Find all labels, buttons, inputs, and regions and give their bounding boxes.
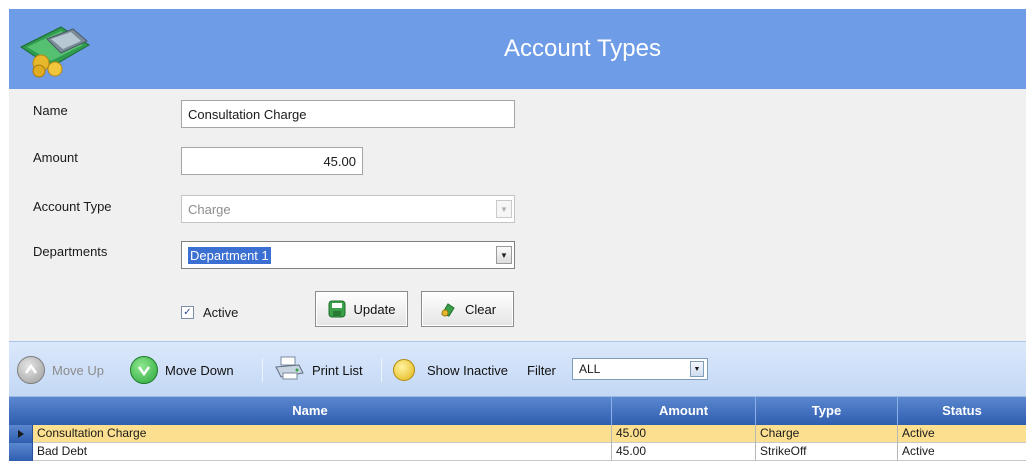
print-list-button[interactable]: Print List: [273, 342, 363, 398]
amount-field[interactable]: 45.00: [181, 147, 363, 175]
row-header: [9, 443, 33, 461]
name-label: Name: [33, 103, 68, 118]
account-type-value: Charge: [188, 201, 231, 217]
page-title: Account Types: [504, 35, 661, 62]
column-header-type[interactable]: Type: [756, 397, 898, 425]
departments-select[interactable]: Department 1 ▼: [181, 241, 515, 269]
eraser-icon: [439, 300, 457, 318]
title-banner: Account Types: [9, 9, 1026, 89]
table-row[interactable]: Bad Debt 45.00 StrikeOff Active: [9, 443, 1026, 461]
show-inactive-label: Show Inactive: [427, 362, 508, 378]
printer-icon: [273, 355, 305, 386]
account-type-select[interactable]: Charge ▼: [181, 195, 515, 223]
show-inactive-button[interactable]: Show Inactive: [393, 342, 508, 398]
filter-label-text: Filter: [527, 362, 556, 378]
chevron-down-icon[interactable]: ▼: [690, 361, 704, 377]
cell-amount: 45.00: [612, 443, 756, 461]
account-type-form: Name Consultation Charge Amount 45.00 Ac…: [9, 89, 1026, 341]
move-up-button[interactable]: Move Up: [17, 342, 104, 398]
grid-header: Name Amount Type Status: [9, 397, 1026, 425]
active-checkbox[interactable]: ✓: [181, 306, 194, 319]
move-down-label: Move Down: [165, 362, 234, 378]
departments-value: Department 1: [188, 246, 271, 264]
column-header-name[interactable]: Name: [9, 397, 612, 425]
chevron-down-icon[interactable]: ▼: [496, 200, 512, 218]
active-label: Active: [203, 305, 239, 320]
toolbar-divider: [381, 358, 382, 382]
toggle-indicator-icon: [393, 359, 415, 381]
account-type-label: Account Type: [33, 199, 112, 214]
departments-label: Departments: [33, 244, 108, 259]
cell-amount: 45.00: [612, 425, 756, 443]
cell-type: StrikeOff: [756, 443, 898, 461]
account-types-grid: Name Amount Type Status Consultation Cha…: [9, 397, 1026, 468]
table-row[interactable]: Consultation Charge 45.00 Charge Active: [9, 425, 1026, 443]
move-up-label: Move Up: [52, 362, 105, 378]
save-icon: [328, 300, 346, 318]
cell-status: Active: [902, 426, 935, 440]
move-down-button[interactable]: Move Down: [130, 342, 234, 398]
amount-label: Amount: [33, 150, 78, 165]
cell-status: Active: [902, 444, 935, 458]
arrow-down-icon: [130, 356, 158, 384]
current-row-arrow-icon: [9, 425, 33, 443]
print-list-label: Print List: [312, 362, 363, 378]
name-field[interactable]: Consultation Charge: [181, 100, 515, 128]
cell-name: Bad Debt: [33, 443, 612, 461]
cell-type: Charge: [756, 425, 898, 443]
clear-label: Clear: [464, 301, 497, 317]
clear-button[interactable]: Clear: [421, 291, 514, 327]
filter-label: Filter: [527, 342, 556, 398]
arrow-up-icon: [17, 356, 45, 384]
toolbar-divider: [262, 358, 263, 382]
cell-name: Consultation Charge: [33, 425, 612, 443]
update-button[interactable]: Update: [315, 291, 408, 327]
filter-select[interactable]: ALL ▼: [572, 358, 708, 380]
column-header-status[interactable]: Status: [898, 397, 1026, 425]
column-header-amount[interactable]: Amount: [612, 397, 756, 425]
filter-value: ALL: [579, 362, 601, 376]
list-toolbar: Move Up Move Down Print List Show Inacti…: [9, 341, 1026, 397]
update-label: Update: [353, 301, 396, 317]
chevron-down-icon[interactable]: ▼: [496, 246, 512, 264]
